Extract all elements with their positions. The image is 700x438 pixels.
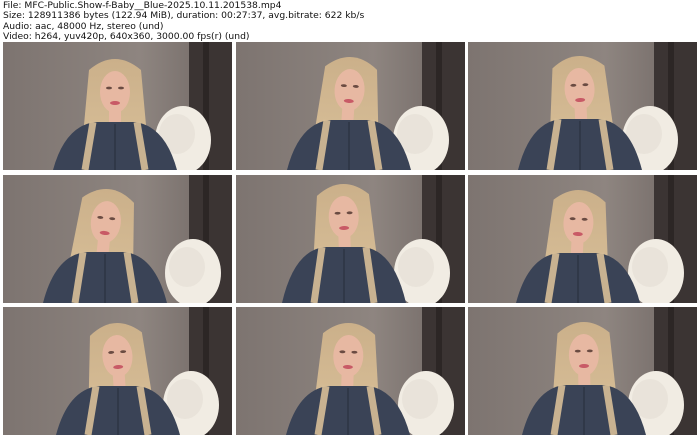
audio-info: Audio: aac, 48000 Hz, stereo (und)	[3, 21, 164, 32]
size-info: Size: 128911386 bytes (122.94 MiB), dura…	[3, 11, 365, 22]
file-info: File: MFC-Public.Show-f-Baby__Blue-2025.…	[3, 1, 282, 11]
thumbnail-1	[3, 42, 232, 170]
video-frame-image	[3, 174, 232, 303]
thumbnail-2	[235, 42, 465, 170]
video-frame-image	[3, 307, 232, 435]
thumbnail-7	[3, 307, 232, 435]
thumbnail-4	[3, 174, 232, 303]
video-frame-image	[235, 174, 465, 303]
thumbnail-8	[235, 307, 465, 435]
video-info: Video: h264, yuv420p, 640x360, 3000.00 f…	[3, 32, 250, 43]
video-info-header: File: MFC-Public.Show-f-Baby__Blue-2025.…	[3, 1, 693, 43]
video-frame-image	[468, 42, 697, 170]
video-frame-image	[3, 42, 232, 170]
video-frame-image	[235, 307, 465, 435]
thumbnail-6	[468, 174, 697, 303]
thumbnail-3	[468, 42, 697, 170]
video-frame-image	[468, 307, 697, 435]
thumbnail-9	[468, 307, 697, 435]
thumbnail-5	[235, 174, 465, 303]
video-frame-image	[235, 42, 465, 170]
thumbnail-grid	[3, 42, 697, 435]
video-frame-image	[468, 174, 697, 303]
